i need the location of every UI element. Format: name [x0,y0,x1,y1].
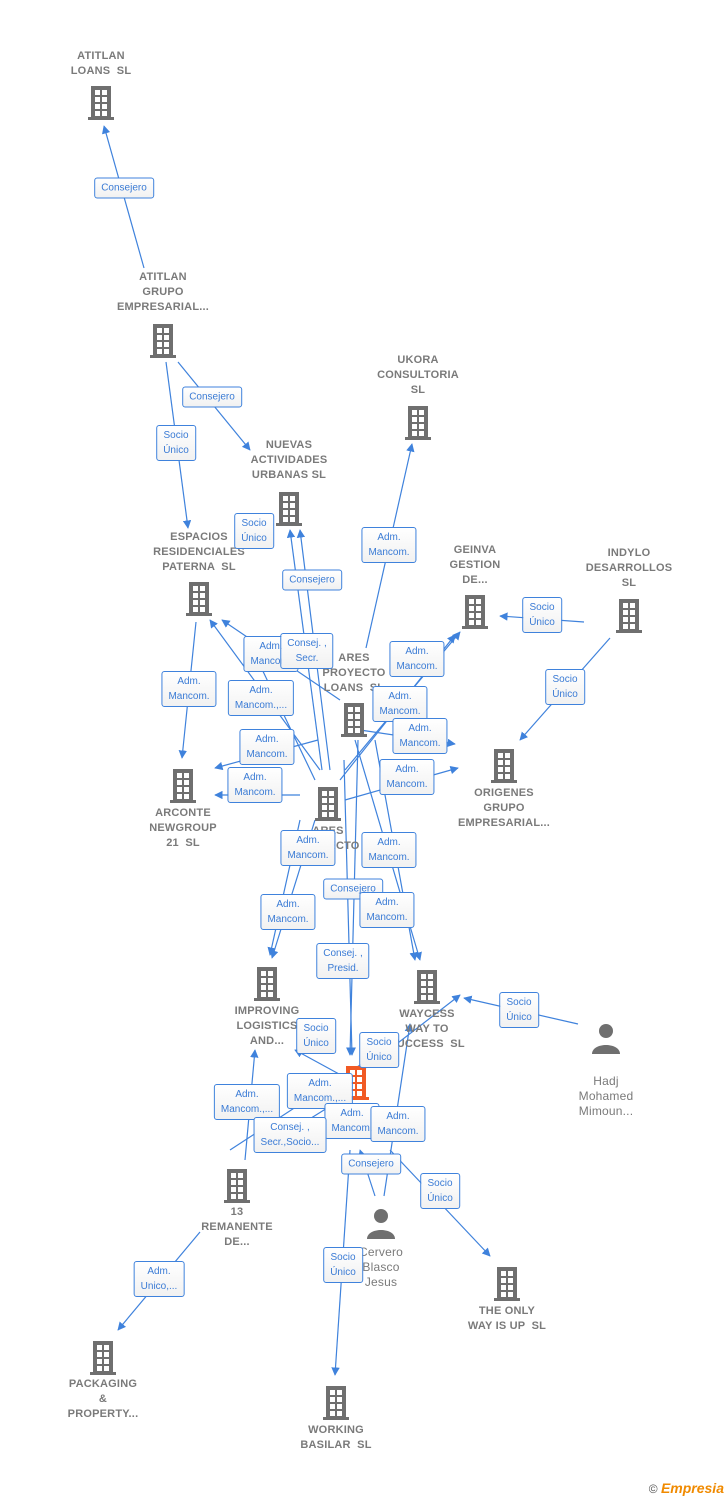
person-icon-hadj[interactable] [591,1022,621,1059]
node-label-ukora[interactable]: UKORA CONSULTORIA SL [377,353,459,398]
node-label-hadj[interactable]: Hadj Mohamed Mimoun... [579,1074,634,1119]
building-icon-working[interactable] [320,1384,352,1425]
building-icon-origenes[interactable] [488,747,520,788]
building-icon-espacios[interactable] [183,580,215,621]
node-label-remanente[interactable]: 13 REMANENTE DE... [201,1205,272,1250]
building-icon-improving[interactable] [251,965,283,1006]
edge-label[interactable]: Consej. , Secr.,Socio... [253,1117,327,1153]
edge-label[interactable]: Socio Único [359,1032,399,1068]
node-label-theonly[interactable]: THE ONLY WAY IS UP SL [468,1304,546,1334]
edge-label[interactable]: Adm. Unico,... [133,1261,185,1297]
edge-line [343,759,356,1056]
edge-label[interactable]: Socio Único [522,597,562,633]
building-icon-indylo[interactable] [613,597,645,638]
edge-label[interactable]: Socio Único [234,513,274,549]
node-label-arconte[interactable]: ARCONTE NEWGROUP 21 SL [149,806,217,851]
building-icon-ukora[interactable] [402,404,434,445]
edge-label[interactable]: Adm. Mancom. [379,759,435,795]
building-icon-atitlan_grupo[interactable] [147,322,179,363]
building-icon-theonly[interactable] [491,1265,523,1306]
node-label-packaging[interactable]: PACKAGING & PROPERTY... [68,1377,139,1422]
edge-label[interactable]: Adm. Mancom. [260,894,316,930]
building-icon-arconte[interactable] [167,767,199,808]
person-icon-cervero[interactable] [366,1207,396,1244]
building-icon-ares_loans[interactable] [338,701,370,742]
building-icon-waycess[interactable] [411,968,443,1009]
edge-label[interactable]: Adm. Mancom. [280,830,336,866]
node-label-cervero[interactable]: Cervero Blasco Jesus [359,1245,403,1290]
edge-label[interactable]: Adm. Mancom. [359,892,415,928]
edge-label[interactable]: Socio Único [323,1247,363,1283]
edge-label[interactable]: Socio Único [420,1173,460,1209]
edge-label[interactable]: Socio Único [156,425,196,461]
edge-label[interactable]: Consejero [182,386,242,408]
empresia-logo: Empresia [660,1480,724,1496]
edge-label[interactable]: Socio Único [545,669,585,705]
edge-label[interactable]: Consej. , Secr. [280,633,334,669]
node-label-working[interactable]: WORKING BASILAR SL [300,1423,371,1453]
edge-label[interactable]: Socio Único [296,1018,336,1054]
building-icon-ares_2[interactable] [312,785,344,826]
edge-label[interactable]: Socio Único [499,992,539,1028]
edge-label[interactable]: Adm. Mancom. [392,718,448,754]
node-label-nuevas[interactable]: NUEVAS ACTIVIDADES URBANAS SL [251,438,328,483]
node-label-origenes[interactable]: ORIGENES GRUPO EMPRESARIAL... [458,786,550,831]
edge-label[interactable]: Consejero [94,177,154,199]
edge-label[interactable]: Adm. Mancom. [370,1106,426,1142]
building-icon-remanente[interactable] [221,1167,253,1208]
edge-label[interactable]: Consejero [341,1153,401,1175]
edge-label[interactable]: Consej. , Presid. [316,943,370,979]
edge-label[interactable]: Adm. Mancom. [227,767,283,803]
edge-label[interactable]: Adm. Mancom. [361,832,417,868]
node-label-geinva[interactable]: GEINVA GESTION DE... [450,543,501,588]
node-label-waycess[interactable]: WAYCESS WAY TO SUCCESS SL [389,1007,465,1052]
edge-label[interactable]: Adm. Mancom.,... [213,1084,281,1120]
edge-label[interactable]: Adm. Mancom.,... [227,680,295,716]
building-icon-atitlan_loans[interactable] [85,84,117,125]
edge-label[interactable]: Adm. Mancom. [372,686,428,722]
node-label-atitlan_grupo[interactable]: ATITLAN GRUPO EMPRESARIAL... [117,270,209,315]
node-label-espacios[interactable]: ESPACIOS RESIDENCIALES PATERNA SL [153,530,245,575]
edge-label[interactable]: Adm. Mancom. [361,527,417,563]
node-label-atitlan_loans[interactable]: ATITLAN LOANS SL [71,49,131,79]
edge-label[interactable]: Adm. Mancom. [161,671,217,707]
edge-label[interactable]: Consejero [282,569,342,591]
node-label-indylo[interactable]: INDYLO DESARROLLOS SL [586,546,673,591]
building-icon-packaging[interactable] [87,1339,119,1380]
building-icon-nuevas[interactable] [273,490,305,531]
node-label-improving[interactable]: IMPROVING LOGISTICS AND... [235,1004,300,1049]
footer-brand: © Empresia [648,1480,724,1496]
edge-label[interactable]: Adm. Mancom. [239,729,295,765]
edge-label[interactable]: Adm. Mancom. [389,641,445,677]
building-icon-geinva[interactable] [459,593,491,634]
